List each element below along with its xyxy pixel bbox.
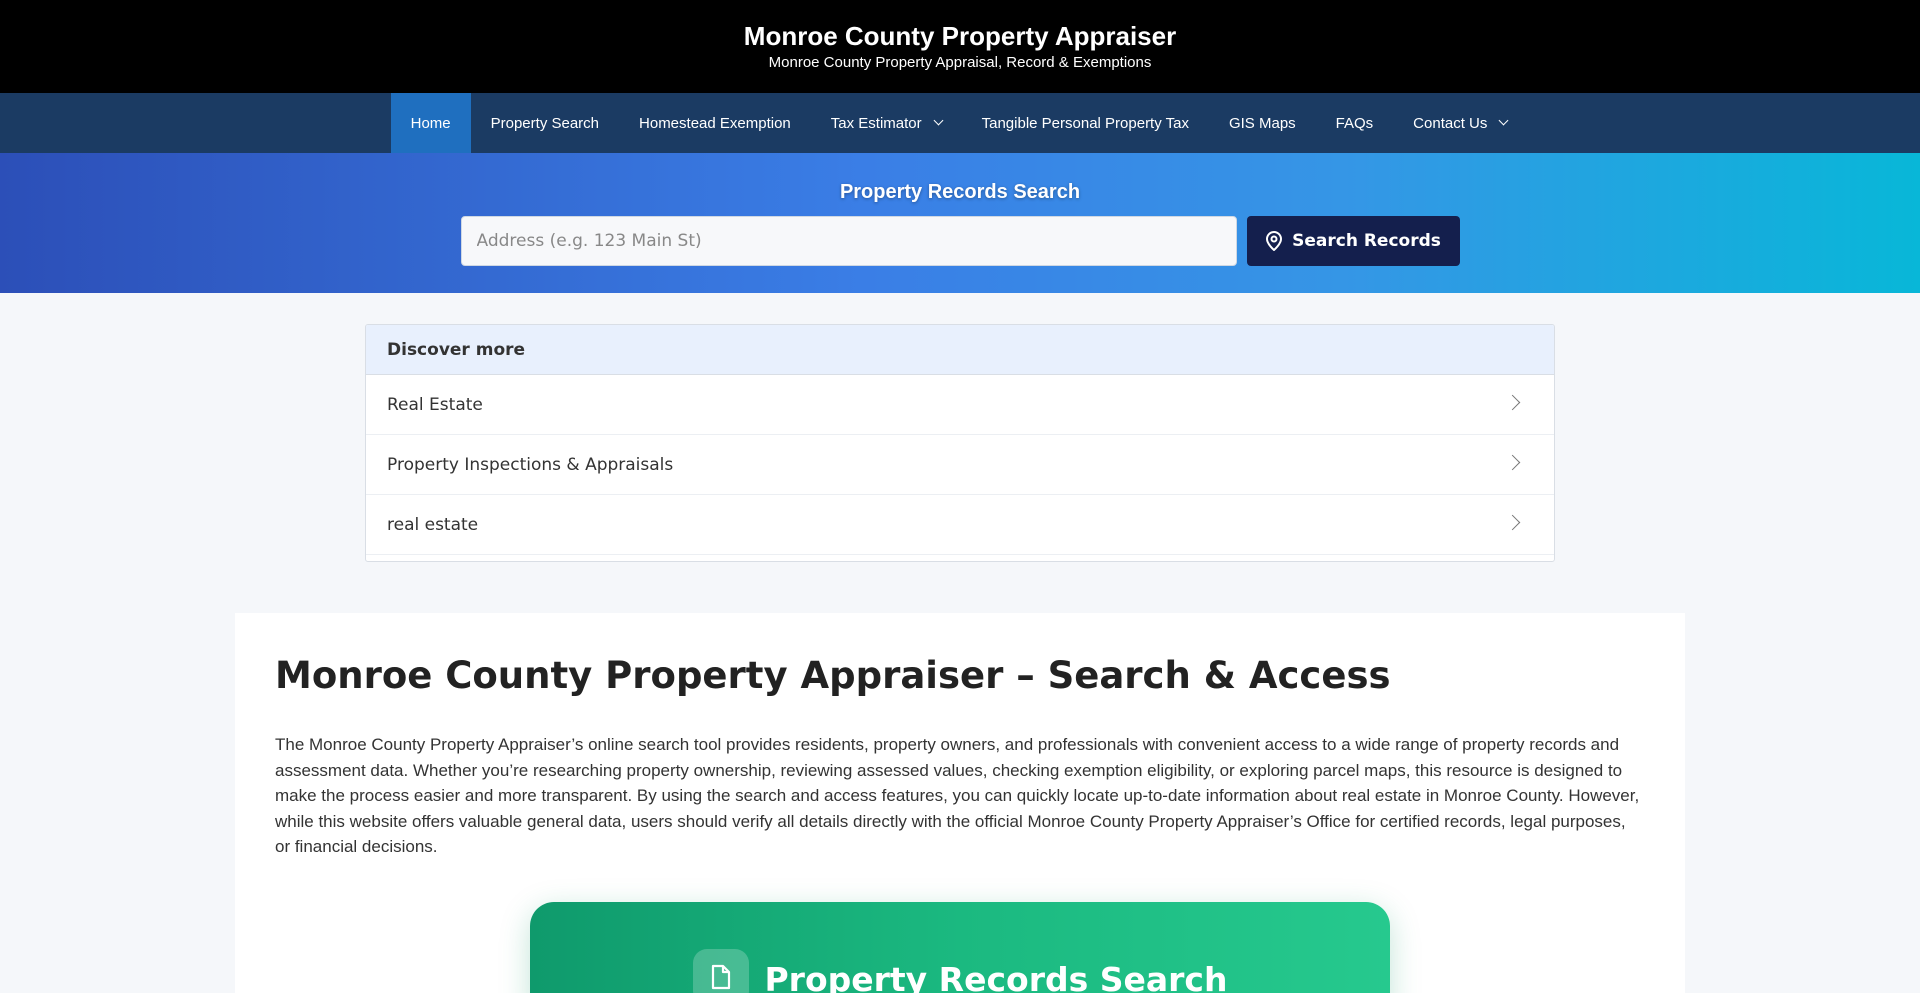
chevron-down-icon [933, 115, 944, 125]
nav-item-label: FAQs [1335, 114, 1374, 132]
map-pin-icon [1266, 231, 1283, 251]
search-hero: Property Records Search Search Records [0, 153, 1920, 293]
nav-item-contact-us[interactable]: Contact Us [1393, 93, 1527, 153]
nav-item-label: Contact Us [1413, 114, 1488, 132]
site-title[interactable]: Monroe County Property Appraiser [0, 21, 1920, 51]
address-search-input[interactable] [460, 216, 1237, 266]
property-records-card[interactable]: Property Records Search [530, 902, 1390, 993]
records-card-title: Property Records Search [764, 960, 1228, 993]
chevron-right-icon [1504, 514, 1521, 531]
chevron-right-icon [1504, 454, 1521, 471]
discover-item-label: Property Inspections & Appraisals [387, 454, 674, 475]
search-records-button[interactable]: Search Records [1246, 216, 1460, 266]
chevron-down-icon [1498, 115, 1509, 125]
discover-item-property-inspections[interactable]: Property Inspections & Appraisals [366, 435, 1554, 495]
nav-item-label: Homestead Exemption [639, 114, 791, 132]
site-header: Monroe County Property Appraiser Monroe … [0, 0, 1920, 93]
nav-item-label: GIS Maps [1228, 114, 1296, 132]
site-tagline: Monroe County Property Appraisal, Record… [768, 54, 1152, 71]
discover-item-real-estate-lower[interactable]: real estate [366, 495, 1554, 555]
discover-item-label: real estate [387, 514, 479, 535]
nav-item-tangible-personal-property-tax[interactable]: Tangible Personal Property Tax [962, 93, 1209, 153]
nav-item-property-search[interactable]: Property Search [471, 93, 619, 153]
nav-item-label: Home [410, 114, 451, 132]
discover-item-real-estate[interactable]: Real Estate [366, 375, 1554, 435]
nav-item-label: Tax Estimator [830, 114, 922, 132]
intro-paragraph: The Monroe County Property Appraiser’s o… [275, 735, 1640, 856]
discover-item-label: Real Estate [387, 394, 483, 415]
document-icon [692, 949, 749, 993]
nav-item-gis-maps[interactable]: GIS Maps [1209, 93, 1316, 153]
search-button-label: Search Records [1292, 231, 1441, 251]
discover-heading: Discover more [366, 325, 1554, 375]
nav-item-label: Property Search [490, 114, 600, 132]
discover-more-panel: Discover more Real Estate Property Inspe… [365, 324, 1555, 562]
page-title: Monroe County Property Appraiser – Searc… [275, 654, 1391, 697]
chevron-right-icon [1504, 394, 1521, 411]
nav-item-home[interactable]: Home [390, 93, 471, 153]
nav-item-tax-estimator[interactable]: Tax Estimator [811, 93, 962, 153]
main-nav: Home Property Search Homestead Exemption… [0, 93, 1920, 153]
nav-item-homestead-exemption[interactable]: Homestead Exemption [619, 93, 811, 153]
hero-title: Property Records Search [839, 181, 1081, 203]
nav-item-faqs[interactable]: FAQs [1316, 93, 1394, 153]
search-form: Search Records [0, 216, 1920, 266]
nav-item-label: Tangible Personal Property Tax [981, 114, 1189, 132]
